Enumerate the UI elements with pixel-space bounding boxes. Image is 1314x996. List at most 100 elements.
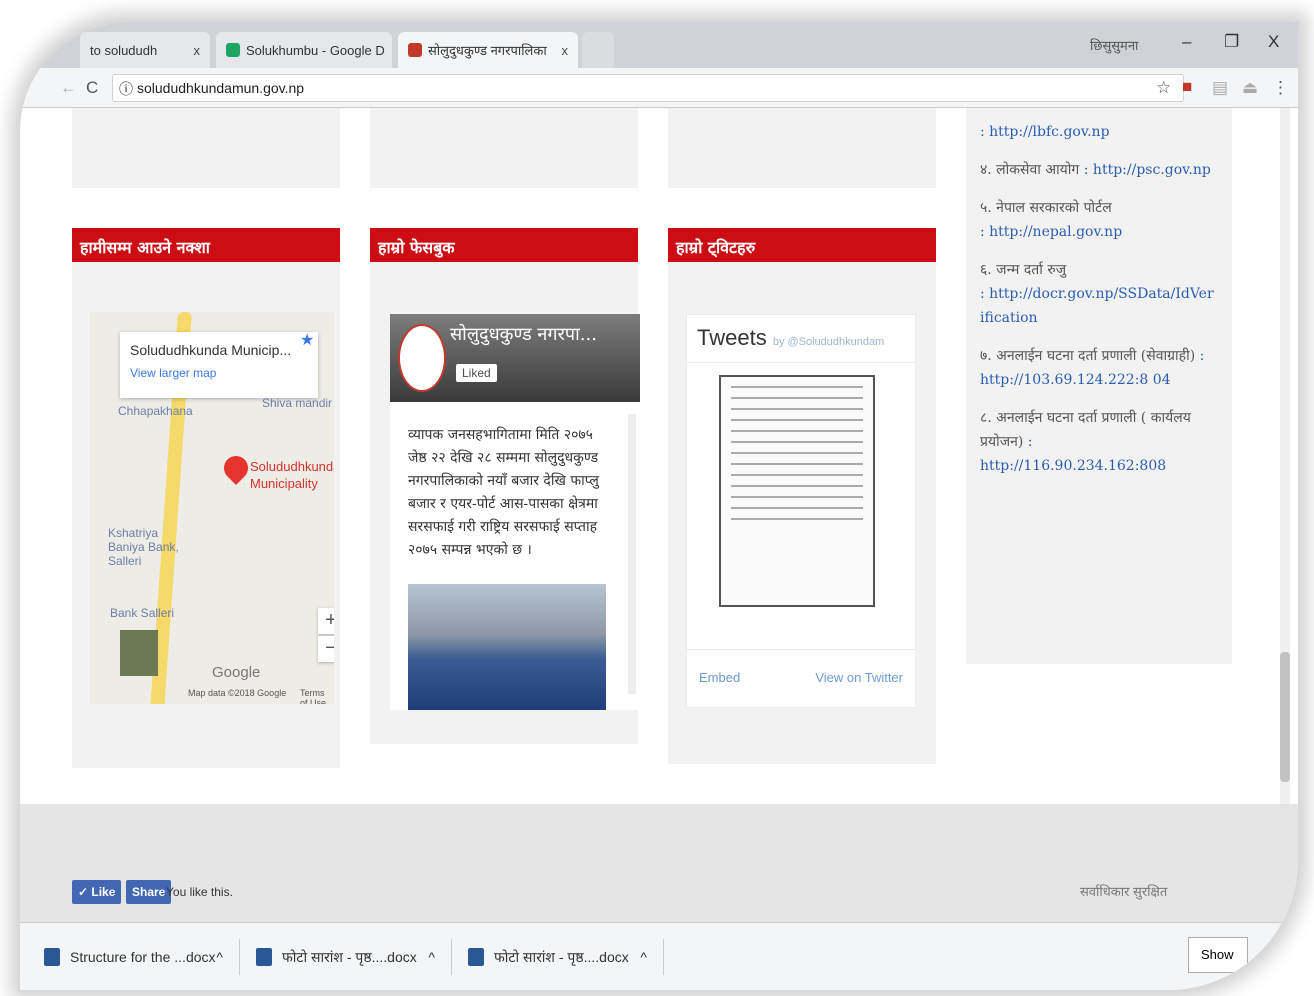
facebook-page-name[interactable]: सोलुदुधकुण्ड नगरपा... bbox=[450, 322, 597, 346]
view-on-twitter-link[interactable]: View on Twitter bbox=[815, 670, 903, 685]
tab-label: सोलुदुधकुण्ड नगरपालिका bbox=[428, 43, 547, 58]
map-place-name: Solududhkunda Municip... bbox=[130, 342, 292, 358]
embedded-map[interactable]: Solududhkunda Municip... View larger map… bbox=[90, 312, 334, 704]
fb-like-button[interactable]: ✓ Like bbox=[72, 880, 122, 904]
word-doc-icon bbox=[44, 948, 60, 966]
map-place-card: Solududhkunda Municip... View larger map bbox=[120, 332, 318, 398]
view-larger-map-link[interactable]: View larger map bbox=[130, 366, 308, 380]
liked-button[interactable]: Liked bbox=[456, 364, 497, 382]
google-logo: Google bbox=[212, 664, 261, 681]
map-section-title: हामीसम्म आउने नक्शा bbox=[72, 228, 340, 262]
tweet-image[interactable] bbox=[719, 375, 875, 607]
browser-window: to solududh x Solukhumbu - Google D x सो… bbox=[20, 22, 1298, 990]
download-filename: फोटो सारांश - पृष्ठ....docx bbox=[282, 948, 417, 965]
map-label-chhapakhana: Chhapakhana bbox=[118, 404, 193, 418]
screenshot-frame: to solududh x Solukhumbu - Google D x सो… bbox=[0, 0, 1314, 996]
facebook-section-title: हाम्रो फेसबुक bbox=[370, 228, 638, 262]
extension-2-icon[interactable]: ▤ bbox=[1212, 78, 1228, 98]
link-item: ६. जन्म दर्ता रुजु: http://docr.gov.np/S… bbox=[980, 262, 1214, 326]
embed-link[interactable]: Embed bbox=[699, 670, 740, 685]
info-icon[interactable]: ⓘ bbox=[119, 79, 133, 99]
facebook-post-text: व्यापक जनसहभागितामा मिति २०७५ जेष्ठ २२ द… bbox=[408, 427, 599, 558]
tab-bar: to solududh x Solukhumbu - Google D x सो… bbox=[20, 22, 1298, 68]
twitter-widget: Tweets by @Solududhkundam Embed View on … bbox=[686, 314, 916, 708]
map-attribution: Map data ©2018 Google bbox=[188, 688, 287, 698]
page-content: हामीसम्म आउने नक्शा Solududhkunda Munici… bbox=[20, 108, 1298, 804]
download-filename: Structure for the ...docx bbox=[70, 949, 216, 965]
show-all-downloads-button[interactable]: Show bbox=[1188, 937, 1248, 973]
link-item: ७. अनलाईन घटना दर्ता प्रणाली (सेवाग्राही… bbox=[980, 348, 1205, 388]
tab-municipality[interactable]: सोलुदुधकुण्ड नगरपालिका x bbox=[398, 32, 578, 68]
map-label-shiva-mandir: Shiva mandir bbox=[262, 396, 333, 410]
link-url[interactable]: : http://docr.gov.np/SSData/IdVerificati… bbox=[980, 286, 1214, 326]
profile-name[interactable]: छिसुसुमना bbox=[1090, 36, 1138, 54]
satellite-thumbnail[interactable] bbox=[120, 630, 158, 676]
back-icon[interactable]: ← bbox=[60, 78, 77, 98]
site-favicon-icon bbox=[408, 43, 422, 57]
you-like-this-text: You like this. bbox=[166, 885, 233, 899]
link-item: : http://lbfc.gov.np bbox=[980, 120, 1218, 144]
word-doc-icon bbox=[468, 948, 484, 966]
page-scrollbar-thumb[interactable] bbox=[1280, 652, 1290, 782]
map-label-bank-salleri: Bank Salleri bbox=[110, 606, 175, 620]
download-item[interactable]: फोटो सारांश - पृष्ठ....docx ^ bbox=[468, 939, 664, 975]
new-tab-button[interactable] bbox=[582, 32, 614, 68]
tab-close-icon[interactable]: x bbox=[385, 43, 392, 58]
download-filename: फोटो सारांश - पृष्ठ....docx bbox=[494, 948, 629, 965]
link-url[interactable]: : http://psc.gov.np bbox=[1084, 162, 1211, 178]
fb-share-button[interactable]: Share bbox=[126, 880, 172, 904]
link-item: ४. लोकसेवा आयोग : http://psc.gov.np bbox=[980, 162, 1211, 178]
twitter-footer: Embed View on Twitter bbox=[687, 649, 915, 707]
twitter-section-title: हाम्रो ट्विटहरु bbox=[668, 228, 936, 262]
top-panel-left bbox=[72, 108, 340, 188]
tab-close-icon[interactable]: x bbox=[186, 43, 201, 58]
useful-links-panel: : http://lbfc.gov.np ४. लोकसेवा आयोग : h… bbox=[966, 108, 1232, 664]
minimize-icon[interactable]: – bbox=[1182, 32, 1191, 52]
twitter-header: Tweets by @Solududhkundam bbox=[687, 315, 915, 363]
close-window-icon[interactable]: X bbox=[1268, 32, 1279, 52]
extension-3-icon[interactable]: ⏏ bbox=[1242, 78, 1258, 98]
download-menu-icon[interactable]: ^ bbox=[640, 949, 647, 965]
tab-close-icon[interactable]: x bbox=[554, 43, 569, 58]
link-item: ८. अनलाईन घटना दर्ता प्रणाली ( कार्यलय प… bbox=[980, 410, 1191, 474]
map-terms-link[interactable]: Terms of Use bbox=[300, 688, 334, 704]
tab-label: to solududh bbox=[90, 42, 158, 58]
zoom-out-button[interactable]: − bbox=[318, 636, 334, 662]
bookmark-star-icon[interactable]: ☆ bbox=[1156, 78, 1171, 98]
copyright-text: सर्वाधिकार सुरक्षित bbox=[1080, 884, 1168, 899]
top-panel-right bbox=[668, 108, 936, 188]
download-menu-icon[interactable]: ^ bbox=[428, 949, 435, 965]
link-item: ५. नेपाल सरकारको पोर्टल: http://nepal.go… bbox=[980, 200, 1123, 240]
tab-google-drive[interactable]: Solukhumbu - Google D x bbox=[216, 32, 392, 68]
save-star-icon[interactable]: ★ bbox=[300, 330, 314, 350]
url-text: solududhkundamun.gov.np bbox=[137, 80, 305, 96]
zoom-in-button[interactable]: + bbox=[318, 608, 334, 634]
downloads-bar: Structure for the ...docx ^ फोटो सारांश … bbox=[20, 922, 1298, 990]
link-url[interactable]: : http://nepal.gov.np bbox=[980, 224, 1122, 240]
restore-icon[interactable]: ❐ bbox=[1224, 32, 1239, 52]
top-panel-middle bbox=[370, 108, 638, 188]
reload-icon[interactable]: C bbox=[86, 78, 98, 98]
facebook-scrollbar[interactable] bbox=[628, 414, 636, 694]
map-pin-icon[interactable] bbox=[219, 451, 253, 485]
word-doc-icon bbox=[256, 948, 272, 966]
url-field[interactable]: ⓘ solududhkundamun.gov.np bbox=[112, 74, 1184, 102]
twitter-handle[interactable]: by @Solududhkundam bbox=[773, 336, 884, 348]
address-toolbar: ← C ⓘ solududhkundamun.gov.np ☆ ■ ▤ ⏏ ⋮ bbox=[20, 68, 1298, 108]
map-label-municipality: Solududhkunda Municipality bbox=[250, 459, 334, 491]
link-url[interactable]: : http://lbfc.gov.np bbox=[980, 124, 1110, 140]
map-label-bank: Kshatriya Baniya Bank, Salleri bbox=[108, 526, 179, 568]
tab-label: Solukhumbu - Google D bbox=[246, 42, 385, 58]
download-menu-icon[interactable]: ^ bbox=[216, 949, 223, 965]
site-footer bbox=[20, 804, 1298, 922]
menu-kebab-icon[interactable]: ⋮ bbox=[1272, 78, 1289, 98]
download-item[interactable]: फोटो सारांश - पृष्ठ....docx ^ bbox=[256, 939, 452, 975]
facebook-widget: सोलुदुधकुण्ड नगरपा... Liked व्यापक जनसहभ… bbox=[390, 314, 640, 710]
tab-solududh[interactable]: to solududh x bbox=[80, 32, 210, 68]
tweets-title: Tweets bbox=[697, 325, 767, 350]
drive-icon bbox=[226, 43, 240, 57]
municipality-logo bbox=[398, 324, 446, 392]
download-item[interactable]: Structure for the ...docx ^ bbox=[44, 939, 240, 975]
extension-icon[interactable]: ■ bbox=[1182, 77, 1192, 97]
facebook-post-photo[interactable] bbox=[408, 584, 606, 710]
